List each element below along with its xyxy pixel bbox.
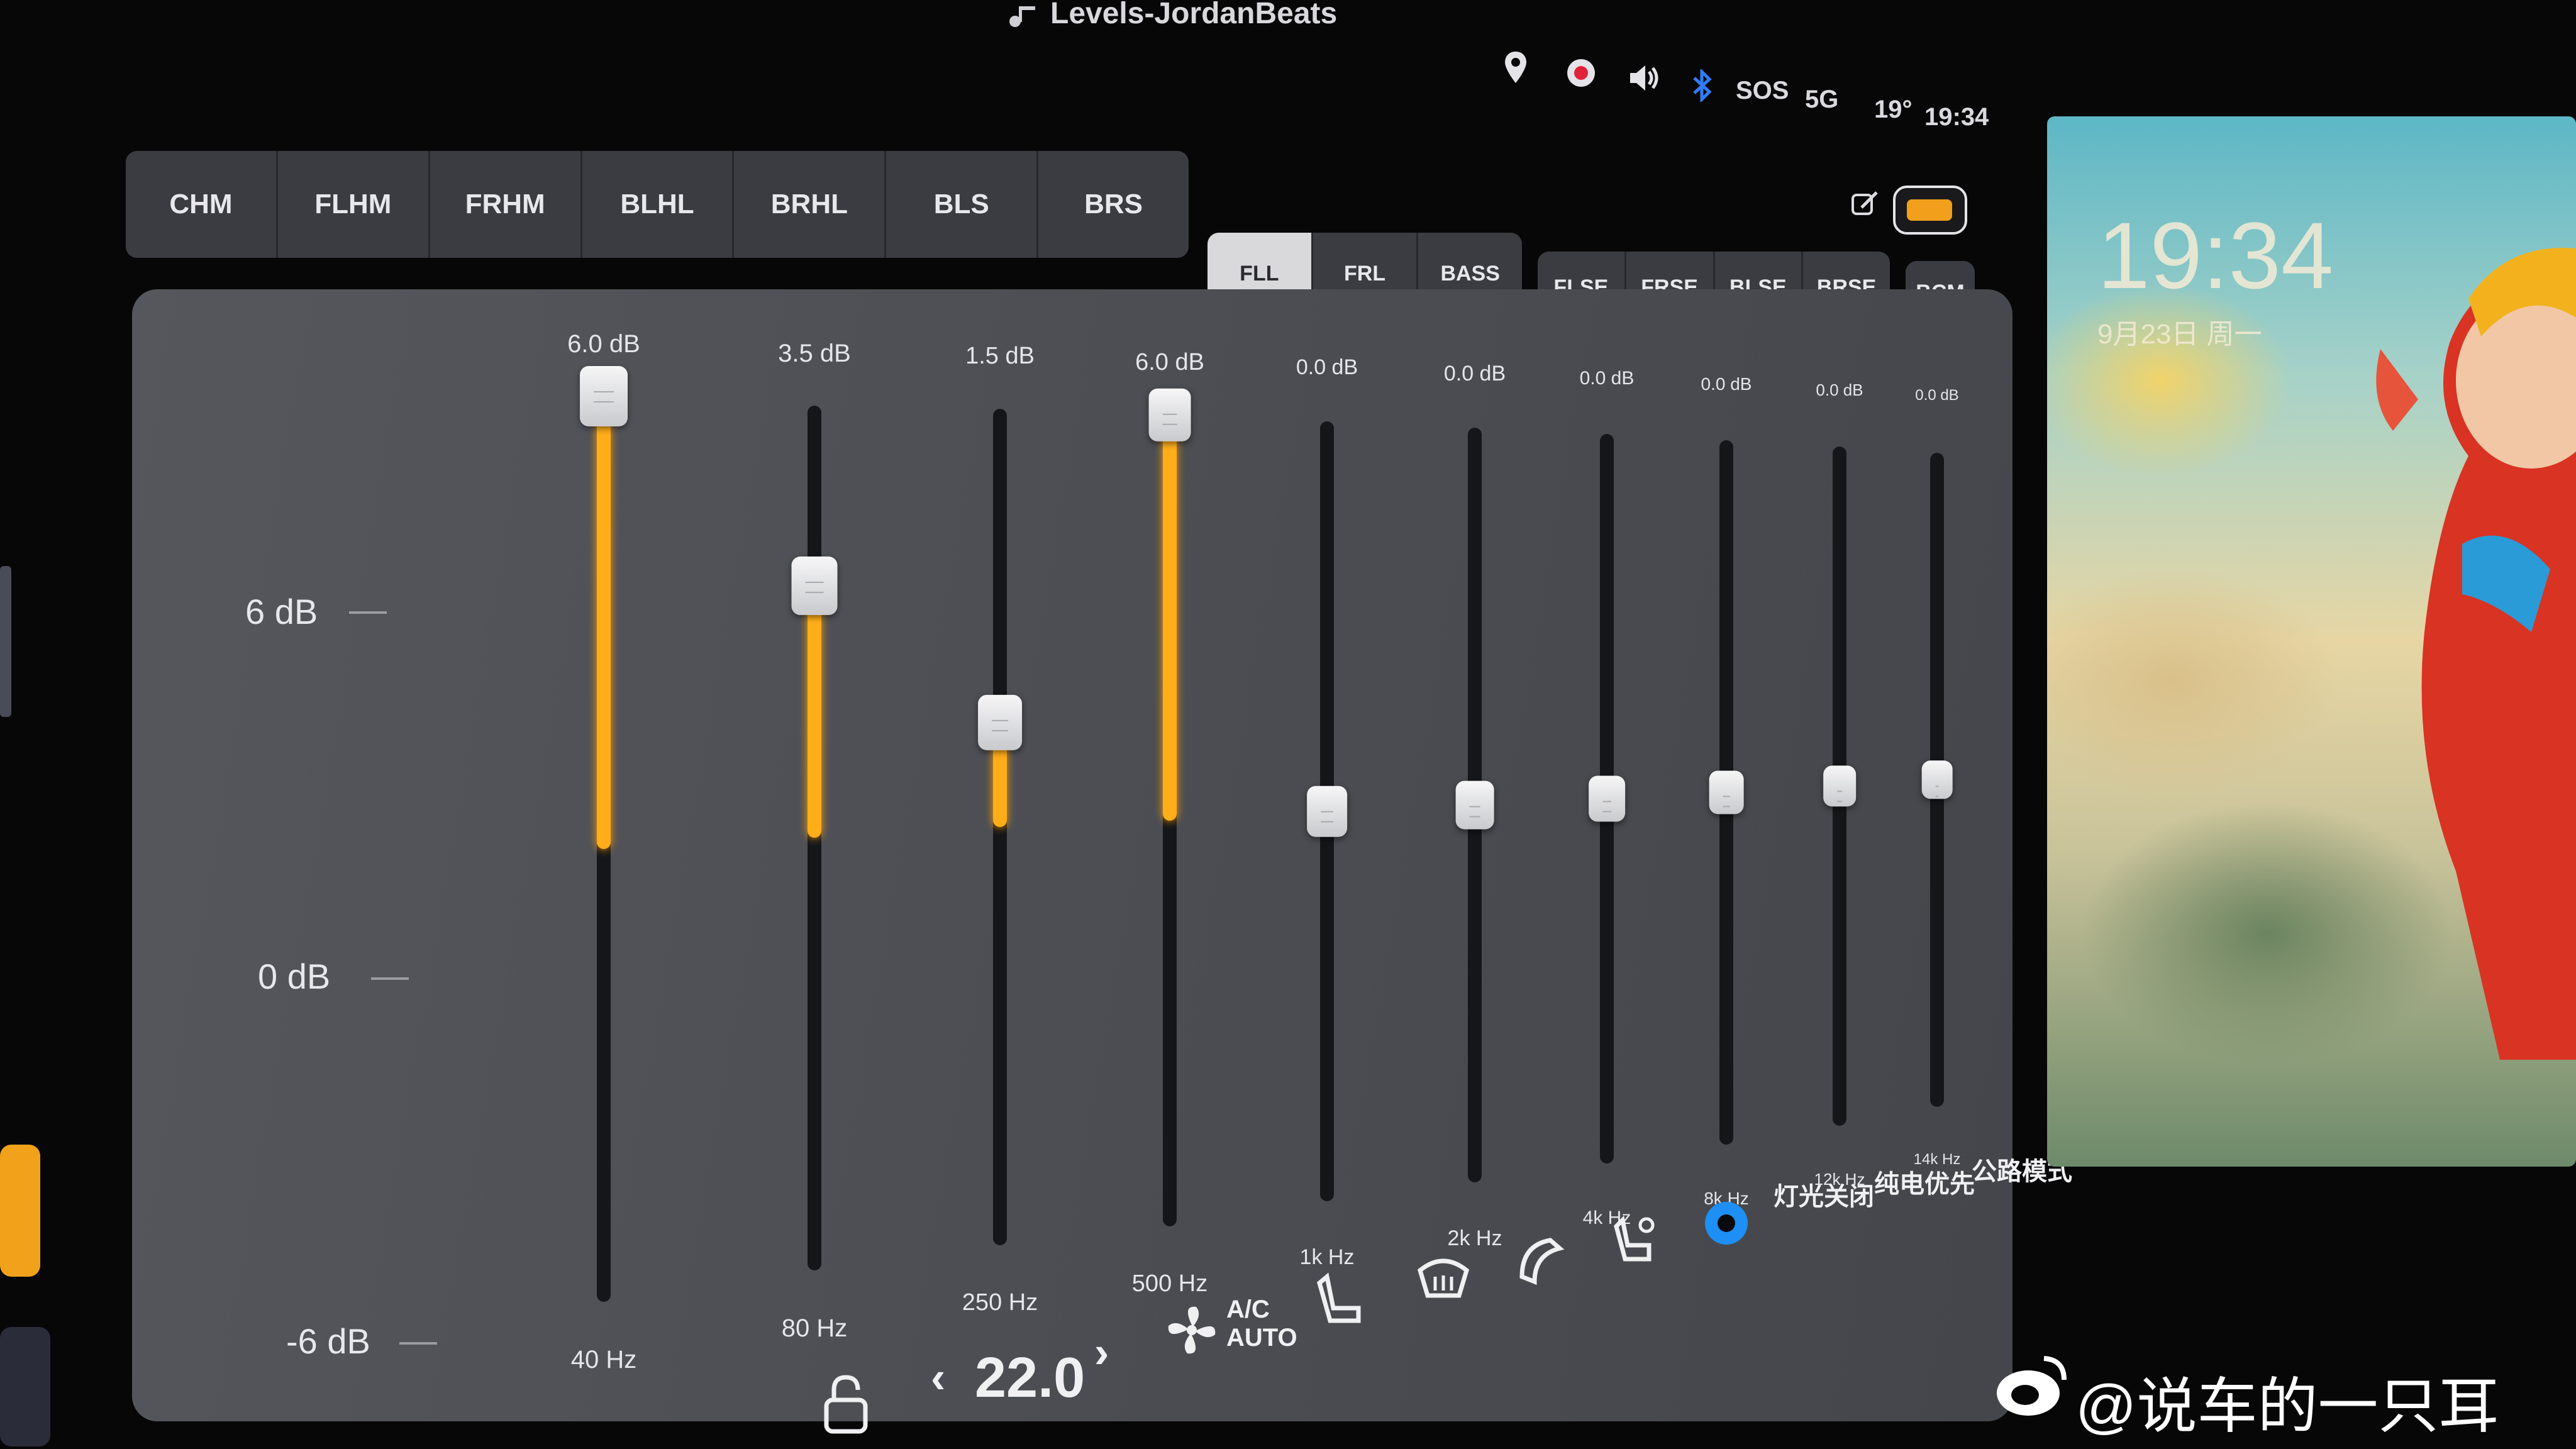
status-bar: SOS 5G 19° 19:34	[1503, 44, 1994, 138]
eq-band-value: 0.0 dB	[1915, 387, 1959, 404]
watermark: @说车的一只耳	[1994, 1352, 2576, 1440]
speaker-tab-bls[interactable]: BLS	[886, 151, 1039, 258]
lights-off-button[interactable]: 灯光关闭	[1774, 1176, 1874, 1213]
eq-band-value: 0.0 dB	[1701, 374, 1752, 394]
pure-electric-button[interactable]: 纯电优先	[1874, 1163, 1975, 1200]
eq-band-fill	[1163, 415, 1177, 821]
eq-band-fill	[808, 586, 821, 838]
location-icon	[1505, 52, 1526, 83]
speaker-tab-chm[interactable]: CHM	[126, 151, 278, 258]
seat-heat-icon[interactable]	[1314, 1270, 1365, 1333]
eq-band-handle[interactable]	[1921, 760, 1953, 799]
fan-icon[interactable]	[1163, 1302, 1220, 1358]
smart-mode-icon[interactable]	[1698, 1195, 1755, 1252]
eq-band-handle[interactable]	[1589, 775, 1625, 822]
side-app-shortcut-secondary[interactable]	[0, 1327, 50, 1446]
temp-decrease-button[interactable]: ‹	[931, 1352, 945, 1402]
speaker-tab-blhl[interactable]: BLHL	[582, 151, 735, 258]
eq-band-value: 6.0 dB	[1135, 349, 1204, 375]
edit-icon[interactable]	[1849, 189, 1880, 220]
bluetooth-icon	[1693, 69, 1712, 102]
speaker-tab-group-1: CHM FLHM FRHM BLHL BRHL BLS BRS	[126, 151, 1189, 258]
weibo-logo	[1997, 1356, 2067, 1416]
sos-indicator: SOS	[1736, 77, 1789, 104]
seat-vent-icon[interactable]	[1610, 1214, 1660, 1270]
now-playing-title: Levels-JordanBeats	[1050, 0, 1338, 30]
db-scale-zero: 0 dB	[258, 957, 331, 996]
eq-band-track[interactable]	[993, 409, 1007, 1245]
watermark-text: @说车的一只耳	[2075, 1373, 2499, 1440]
music-icon	[1009, 6, 1035, 27]
record-icon	[1567, 59, 1595, 87]
eq-band-handle[interactable]	[1455, 780, 1494, 830]
side-panel-edge	[0, 566, 11, 717]
lock-icon[interactable]	[818, 1371, 874, 1434]
eq-band-value: 0.0 dB	[1443, 362, 1506, 386]
eq-band-handle[interactable]	[791, 557, 838, 615]
preset-toggle[interactable]	[1893, 186, 1967, 235]
eq-band-value: 0.0 dB	[1296, 355, 1358, 379]
steering-heat-icon[interactable]	[1516, 1233, 1566, 1289]
eq-band-value: 1.5 dB	[965, 343, 1035, 369]
clock: 19:34	[1924, 103, 1989, 131]
signal-indicator: 5G	[1805, 86, 1839, 113]
wallpaper-date: 9月23日 周一	[2097, 319, 2262, 350]
db-scale-min: -6 dB	[286, 1321, 370, 1361]
auto-label[interactable]: AUTO	[1226, 1324, 1297, 1352]
eq-band-handle[interactable]	[1709, 770, 1744, 814]
eq-band-handle[interactable]	[978, 694, 1022, 750]
cabin-temperature: 22.0	[975, 1346, 1085, 1409]
wallpaper-clock: 19:34	[2097, 203, 2334, 308]
eq-band-track[interactable]	[808, 406, 821, 1270]
eq-band-handle[interactable]	[1823, 765, 1856, 807]
eq-band-value: 0.0 dB	[1816, 380, 1863, 399]
eq-band-handle[interactable]	[1307, 786, 1347, 837]
ac-label[interactable]: A/C	[1226, 1296, 1270, 1324]
character-illustration	[2376, 248, 2576, 1060]
speaker-tab-brs[interactable]: BRS	[1038, 151, 1189, 258]
climate-bar: ‹ 22.0 › A/C AUTO 灯光关闭 纯电优先 公路模式	[767, 1158, 2088, 1449]
now-playing[interactable]: Levels-JordanBeats	[1006, 0, 1358, 38]
eq-band-value: 0.0 dB	[1579, 368, 1635, 389]
eq-band-frequency: 40 Hz	[570, 1346, 637, 1374]
eq-band-value: 6.0 dB	[567, 330, 640, 358]
side-app-shortcut[interactable]	[0, 1145, 40, 1277]
speaker-tab-brhl[interactable]: BRHL	[734, 151, 887, 258]
eq-band-value: 3.5 dB	[778, 340, 851, 367]
eq-band-fill	[597, 396, 611, 849]
eq-band-handle[interactable]	[1148, 388, 1191, 442]
secondary-display-wallpaper: 19:34 9月23日 周一	[2047, 116, 2576, 1167]
temp-increase-button[interactable]: ›	[1094, 1327, 1109, 1377]
volume-icon	[1630, 65, 1658, 91]
defrost-icon[interactable]	[1415, 1252, 1472, 1308]
speaker-tab-flhm[interactable]: FLHM	[277, 151, 430, 258]
eq-band-handle[interactable]	[580, 366, 628, 426]
speaker-tab-frhm[interactable]: FRHM	[430, 151, 582, 258]
outside-temperature: 19°	[1874, 96, 1913, 123]
db-scale-max: 6 dB	[245, 592, 318, 631]
